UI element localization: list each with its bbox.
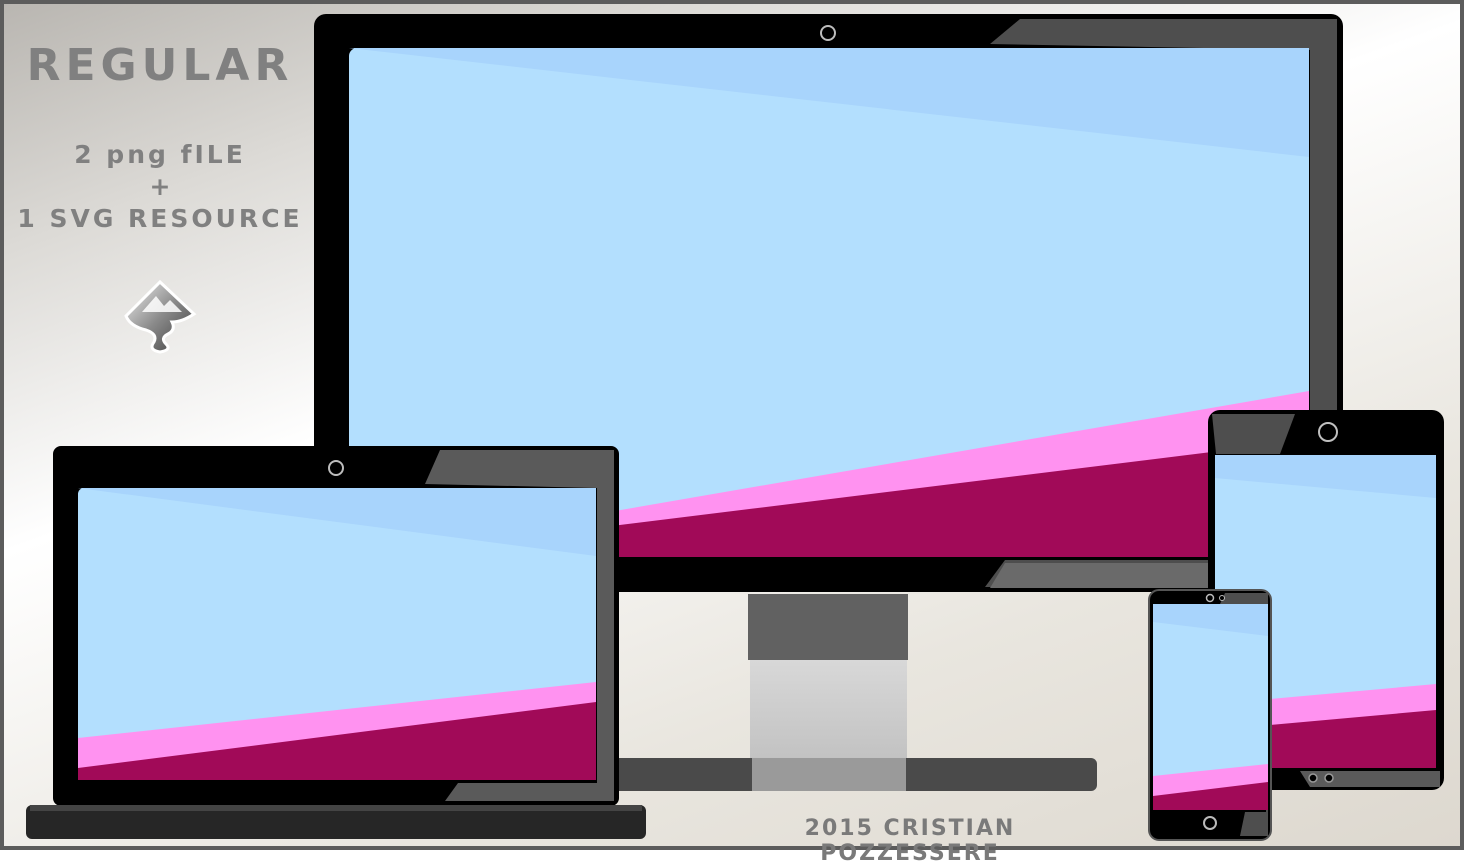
monitor-stand-base-highlight	[752, 758, 906, 791]
laptop-screen	[78, 488, 596, 780]
phone-screen	[1153, 604, 1268, 810]
phone-sensor-icon	[1219, 595, 1225, 601]
laptop	[26, 446, 646, 839]
laptop-base-edge	[30, 805, 642, 811]
monitor-camera-icon	[820, 25, 836, 41]
tablet-sensor-right	[1324, 773, 1334, 783]
tablet-bottom-reflection	[1300, 771, 1440, 787]
tablet-camera-icon	[1318, 422, 1338, 442]
laptop-camera-icon	[328, 460, 344, 476]
monitor-stand-neck-top	[748, 594, 908, 660]
author-credit: 2015 CRISTIAN POZZESSERE	[804, 816, 1016, 866]
phone	[1148, 589, 1272, 841]
monitor-stand-neck	[750, 660, 907, 760]
phone-home-button-icon[interactable]	[1203, 816, 1217, 830]
devices-illustration	[26, 14, 1444, 841]
tablet-sensor-left	[1308, 773, 1318, 783]
phone-camera-icon	[1205, 593, 1215, 603]
